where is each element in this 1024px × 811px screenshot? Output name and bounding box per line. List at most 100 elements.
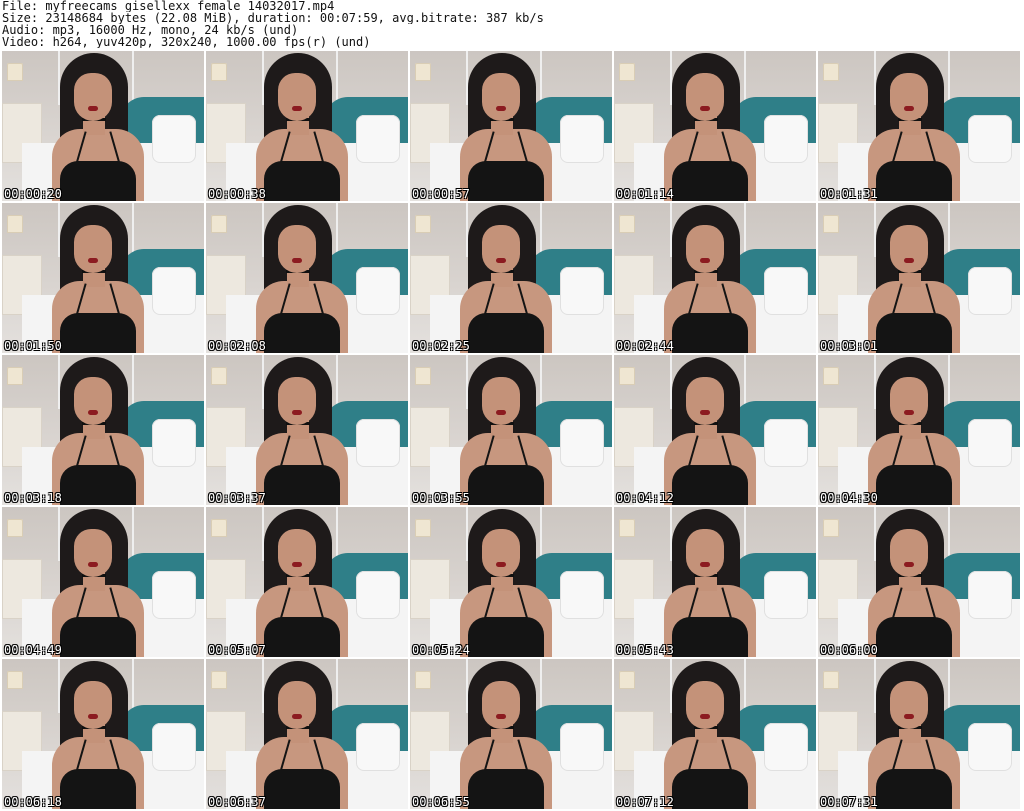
black-top xyxy=(60,465,136,505)
lamp xyxy=(211,63,227,81)
file-size-line: Size: 23148684 bytes (22.08 MiB), durati… xyxy=(2,12,544,24)
video-thumbnail: 00:06:37 xyxy=(206,659,408,809)
video-thumbnail: 00:07:12 xyxy=(614,659,816,809)
black-top xyxy=(60,617,136,657)
face xyxy=(278,73,316,121)
face xyxy=(482,377,520,425)
pillow xyxy=(764,267,808,315)
black-top xyxy=(876,161,952,201)
black-top xyxy=(468,313,544,353)
pillow xyxy=(968,571,1012,619)
lips xyxy=(904,714,914,719)
lips xyxy=(904,562,914,567)
video-thumbnail: 00:03:01 xyxy=(818,203,1020,353)
video-info-line: Video: h264, yuv420p, 320x240, 1000.00 f… xyxy=(2,36,371,48)
pillow xyxy=(560,723,604,771)
lamp xyxy=(211,367,227,385)
pillow xyxy=(764,723,808,771)
thumbnail-timestamp: 00:03:18 xyxy=(4,491,62,505)
lips xyxy=(700,258,710,263)
thumbnail-timestamp: 00:02:08 xyxy=(208,339,266,353)
face xyxy=(890,73,928,121)
face xyxy=(482,529,520,577)
lamp xyxy=(7,519,23,537)
thumbnail-timestamp: 00:00:57 xyxy=(412,187,470,201)
pillow xyxy=(968,419,1012,467)
thumbnail-timestamp: 00:06:00 xyxy=(820,643,878,657)
file-info-header: File: myfreecams_gisellexx_female_140320… xyxy=(2,0,1020,50)
lamp xyxy=(619,671,635,689)
black-top xyxy=(672,313,748,353)
lips xyxy=(496,106,506,111)
lamp xyxy=(823,519,839,537)
black-top xyxy=(672,465,748,505)
black-top xyxy=(876,313,952,353)
lips xyxy=(904,106,914,111)
thumbnail-timestamp: 00:01:31 xyxy=(820,187,878,201)
lamp xyxy=(823,215,839,233)
black-top xyxy=(876,465,952,505)
video-thumbnail: 00:06:55 xyxy=(410,659,612,809)
pillow xyxy=(560,571,604,619)
video-thumbnail: 00:07:31 xyxy=(818,659,1020,809)
pillow xyxy=(968,723,1012,771)
face xyxy=(278,681,316,729)
pillow xyxy=(764,115,808,163)
face xyxy=(890,681,928,729)
thumbnail-timestamp: 00:05:43 xyxy=(616,643,674,657)
video-thumbnail: 00:01:31 xyxy=(818,51,1020,201)
pillow xyxy=(356,571,400,619)
face xyxy=(890,529,928,577)
pillow xyxy=(152,723,196,771)
lips xyxy=(496,258,506,263)
video-thumbnail: 00:00:38 xyxy=(206,51,408,201)
face xyxy=(74,377,112,425)
lamp xyxy=(415,519,431,537)
black-top xyxy=(264,161,340,201)
lamp xyxy=(619,63,635,81)
face xyxy=(74,529,112,577)
lamp xyxy=(211,519,227,537)
pillow xyxy=(560,267,604,315)
video-thumbnail: 00:02:44 xyxy=(614,203,816,353)
lamp xyxy=(415,671,431,689)
lips xyxy=(292,410,302,415)
black-top xyxy=(264,313,340,353)
black-top xyxy=(468,769,544,809)
lips xyxy=(292,714,302,719)
video-thumbnail: 00:00:57 xyxy=(410,51,612,201)
video-thumbnail: 00:05:43 xyxy=(614,507,816,657)
audio-info-line: Audio: mp3, 16000 Hz, mono, 24 kb/s (und… xyxy=(2,24,299,36)
lips xyxy=(496,714,506,719)
lamp xyxy=(7,215,23,233)
black-top xyxy=(264,769,340,809)
black-top xyxy=(672,617,748,657)
lips xyxy=(292,258,302,263)
lamp xyxy=(823,671,839,689)
thumbnail-timestamp: 00:06:37 xyxy=(208,795,266,809)
thumbnail-timestamp: 00:06:18 xyxy=(4,795,62,809)
pillow xyxy=(152,571,196,619)
pillow xyxy=(152,115,196,163)
lips xyxy=(700,714,710,719)
lamp xyxy=(7,63,23,81)
thumbnail-timestamp: 00:03:37 xyxy=(208,491,266,505)
face xyxy=(74,225,112,273)
video-thumbnail: 00:03:37 xyxy=(206,355,408,505)
video-thumbnail: 00:06:18 xyxy=(2,659,204,809)
black-top xyxy=(60,161,136,201)
black-top xyxy=(468,161,544,201)
lamp xyxy=(823,367,839,385)
face xyxy=(890,377,928,425)
pillow xyxy=(356,419,400,467)
thumbnail-timestamp: 00:00:20 xyxy=(4,187,62,201)
lips xyxy=(88,410,98,415)
lamp xyxy=(415,63,431,81)
lips xyxy=(88,258,98,263)
lips xyxy=(496,410,506,415)
thumbnail-timestamp: 00:07:12 xyxy=(616,795,674,809)
pillow xyxy=(152,419,196,467)
pillow xyxy=(968,267,1012,315)
video-thumbnail: 00:02:08 xyxy=(206,203,408,353)
video-thumbnail: 00:02:25 xyxy=(410,203,612,353)
